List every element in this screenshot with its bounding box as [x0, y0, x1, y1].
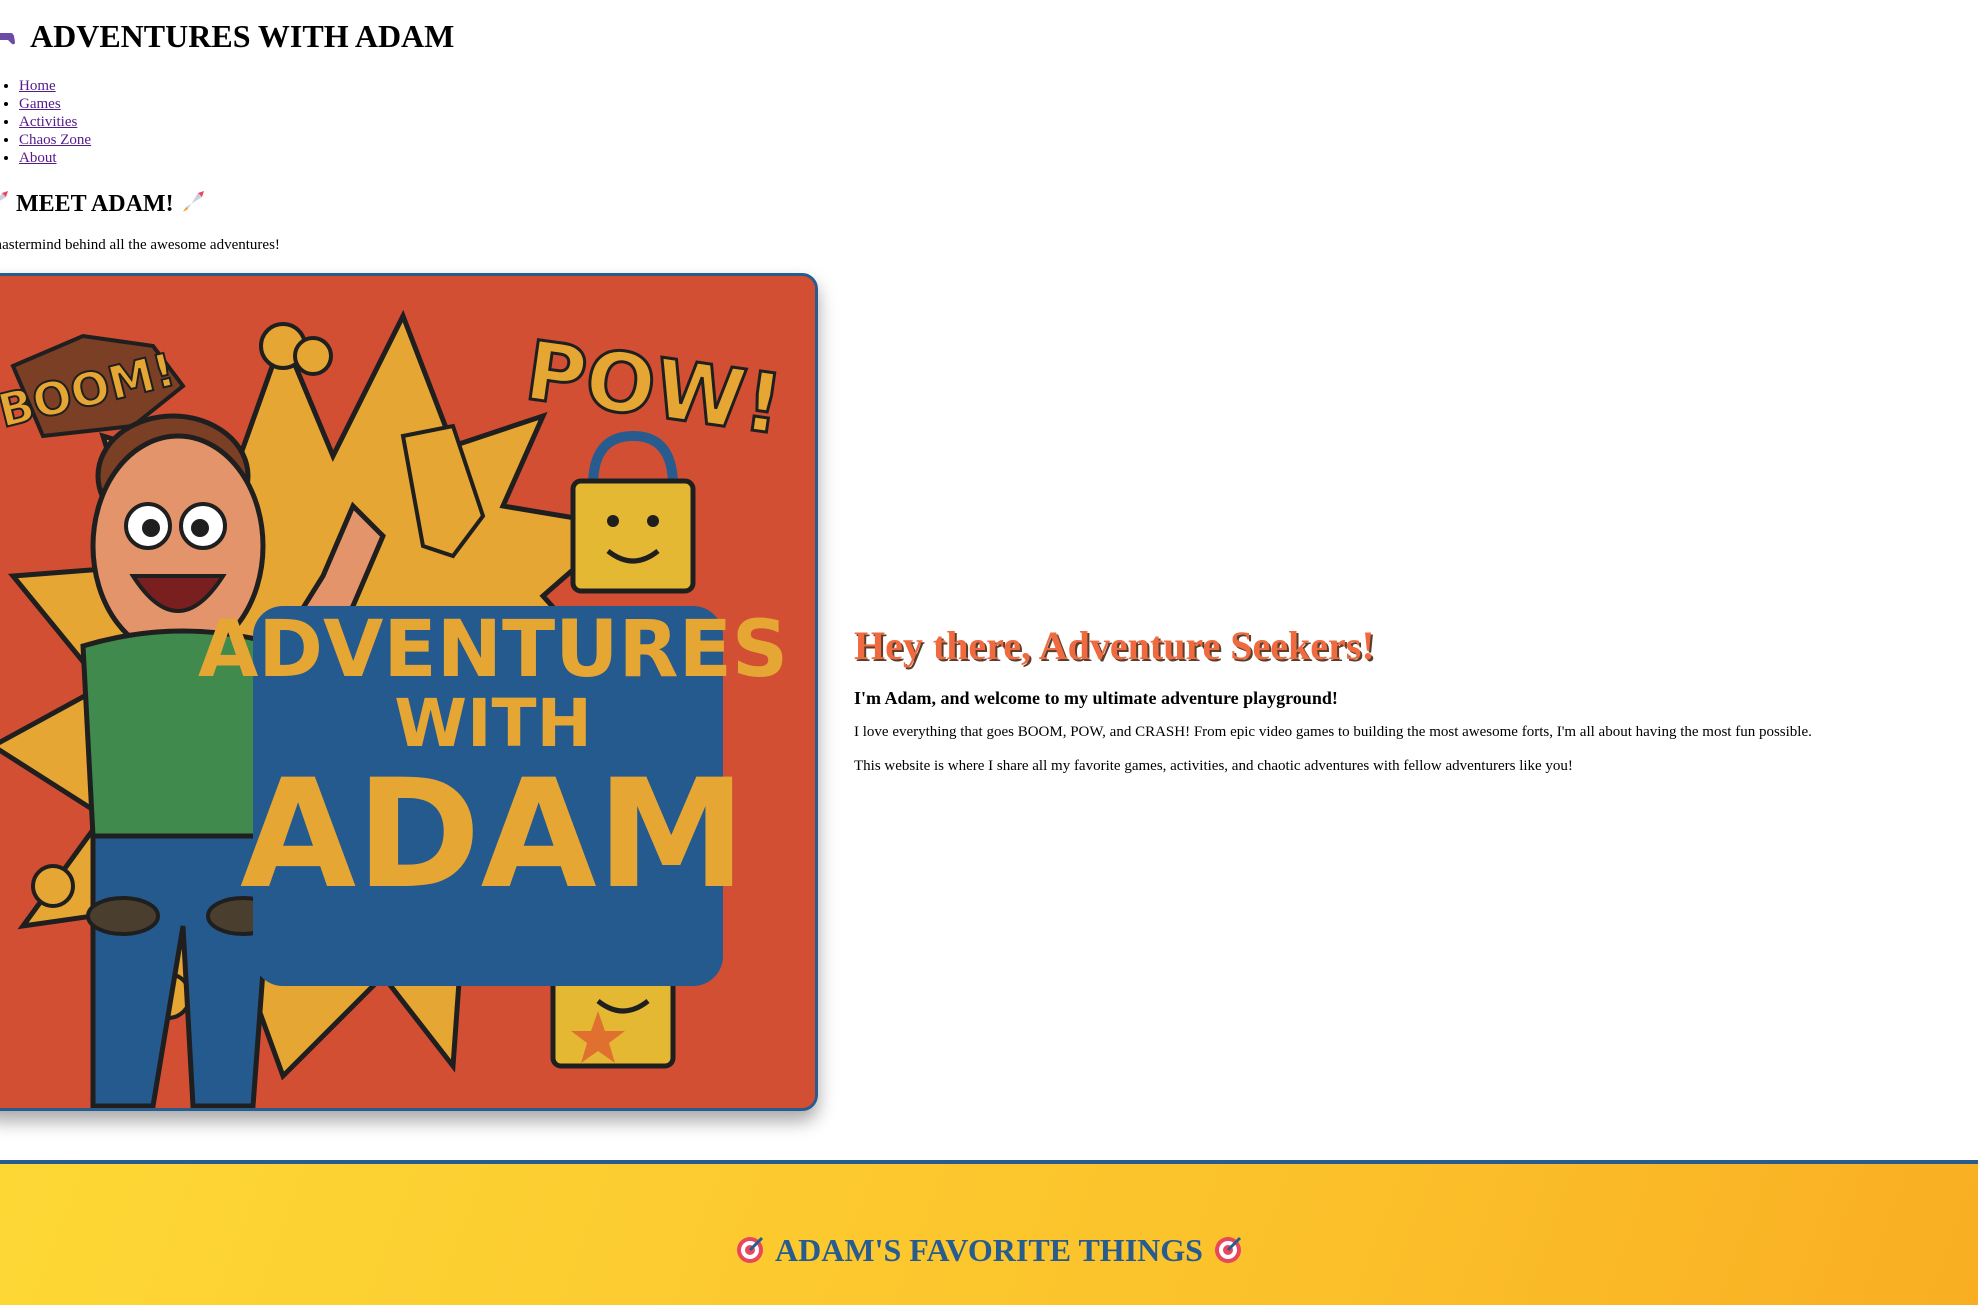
site-title: ADVENTURES WITH ADAM	[0, 16, 454, 56]
nav-link-about[interactable]: About	[19, 150, 57, 166]
rocket-icon	[180, 189, 206, 215]
intro-paragraph: I love everything that goes BOOM, POW, a…	[854, 724, 1812, 740]
nav-item-about: About	[19, 149, 91, 167]
favorites-section: ADAM'S FAVORITE THINGS	[0, 1160, 1978, 1305]
svg-text:ADVENTURES: ADVENTURES	[198, 605, 788, 695]
nav-item-activities: Activities	[19, 113, 91, 131]
intro-subheading: I'm Adam, and welcome to my ultimate adv…	[854, 688, 1338, 708]
nav-item-chaos-zone: Chaos Zone	[19, 131, 91, 149]
intro-paragraph: This website is where I share all my fav…	[854, 758, 1573, 774]
nav-link-chaos-zone[interactable]: Chaos Zone	[19, 132, 91, 148]
adventures-with-adam-logo-image: BOOM! POW! ADVENTURES WITH ADAM	[0, 273, 818, 1111]
main-nav: Home Games Activities Chaos Zone About	[0, 77, 91, 167]
favorites-title-text: ADAM'S FAVORITE THINGS	[775, 1232, 1203, 1268]
intro-heading: Hey there, Adventure Seekers!	[854, 623, 1375, 668]
nav-link-activities[interactable]: Activities	[19, 114, 77, 130]
target-icon	[735, 1234, 765, 1264]
nav-link-home[interactable]: Home	[19, 78, 56, 94]
logo-lettering: ADVENTURES WITH ADAM	[198, 605, 788, 986]
page: ADVENTURES WITH ADAM Home Games Activiti…	[0, 0, 1978, 1305]
meet-adam-title: MEET ADAM!	[0, 189, 206, 219]
target-icon	[1213, 1234, 1243, 1264]
favorites-title: ADAM'S FAVORITE THINGS	[0, 1230, 1978, 1270]
svg-text:ADAM: ADAM	[240, 748, 746, 922]
game-controller-icon	[0, 18, 16, 45]
intro-section: Hey there, Adventure Seekers! I'm Adam, …	[854, 620, 1954, 778]
rocket-icon	[0, 189, 10, 215]
nav-link-games[interactable]: Games	[19, 96, 61, 112]
nav-item-games: Games	[19, 95, 91, 113]
nav-item-home: Home	[19, 77, 91, 95]
meet-adam-subtitle: e mastermind behind all the awesome adve…	[0, 237, 280, 253]
meet-adam-title-text: MEET ADAM!	[16, 191, 174, 217]
site-title-text: ADVENTURES WITH ADAM	[30, 18, 455, 54]
